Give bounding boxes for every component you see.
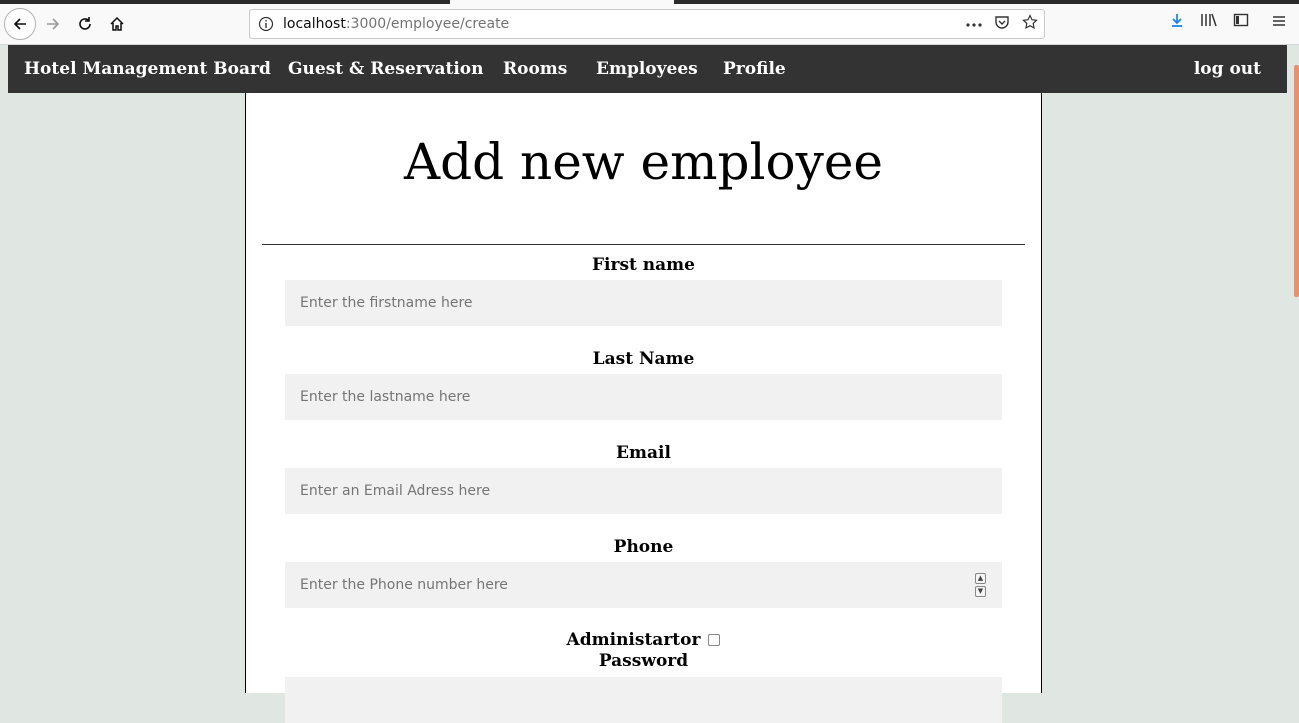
home-button[interactable] [102,9,132,39]
tab-strip [0,0,1299,4]
page-scrollbar[interactable] [1286,45,1299,684]
url-text[interactable]: localhost:3000/employee/create [283,16,509,32]
reload-icon [79,17,91,30]
star-icon[interactable] [1019,14,1041,34]
address-bar[interactable]: localhost:3000/employee/create [249,9,1045,39]
nav-brand-link[interactable]: Hotel Management Board [24,45,271,93]
form-panel: Add new employee First name Last Name Em… [245,93,1042,723]
browser-toolbar: localhost:3000/employee/create [0,0,1299,45]
title-divider [262,244,1025,245]
nav-item-guest-reservation[interactable]: Guest & Reservation [288,45,484,93]
logout-link[interactable]: log out [1194,45,1261,93]
info-icon[interactable] [258,16,274,32]
sidebar-icon[interactable] [1230,12,1252,34]
top-navbar: Hotel Management Board Guest & Reservati… [8,45,1287,93]
email-label: Email [616,443,671,463]
password-label: Password [598,651,689,671]
phone-spinner[interactable]: ▲ ▼ [975,573,986,597]
last-name-input[interactable] [285,374,1002,420]
home-icon [110,16,124,31]
first-name-input[interactable] [285,280,1002,326]
last-name-label: Last Name [592,349,695,369]
page-title: Add new employee [403,133,884,191]
spinner-down-icon[interactable]: ▼ [975,586,986,597]
reload-button[interactable] [70,9,100,39]
more-icon[interactable] [963,14,985,34]
back-button[interactable] [4,8,36,40]
admin-row: Administartor [246,630,1041,650]
phone-label: Phone [613,537,674,557]
email-input[interactable] [285,468,1002,514]
url-path: :3000/employee/create [345,16,510,32]
download-icon[interactable] [1166,12,1188,34]
nav-item-rooms[interactable]: Rooms [503,45,567,93]
forward-button[interactable] [38,9,68,39]
arrow-left-icon [13,18,26,30]
nav-item-profile[interactable]: Profile [723,45,786,93]
first-name-label: First name [591,255,695,275]
admin-label: Administartor [566,630,701,650]
spinner-up-icon[interactable]: ▲ [975,573,986,584]
active-tab[interactable] [450,0,674,4]
nav-item-employees[interactable]: Employees [596,45,698,93]
scrollbar-thumb[interactable] [1294,65,1299,297]
library-icon[interactable] [1198,12,1220,34]
url-host: localhost [283,16,346,32]
admin-checkbox[interactable] [708,634,721,646]
arrow-right-icon [47,18,60,30]
phone-input[interactable] [285,562,1002,608]
pocket-icon[interactable] [991,14,1013,34]
menu-icon[interactable] [1268,12,1290,34]
